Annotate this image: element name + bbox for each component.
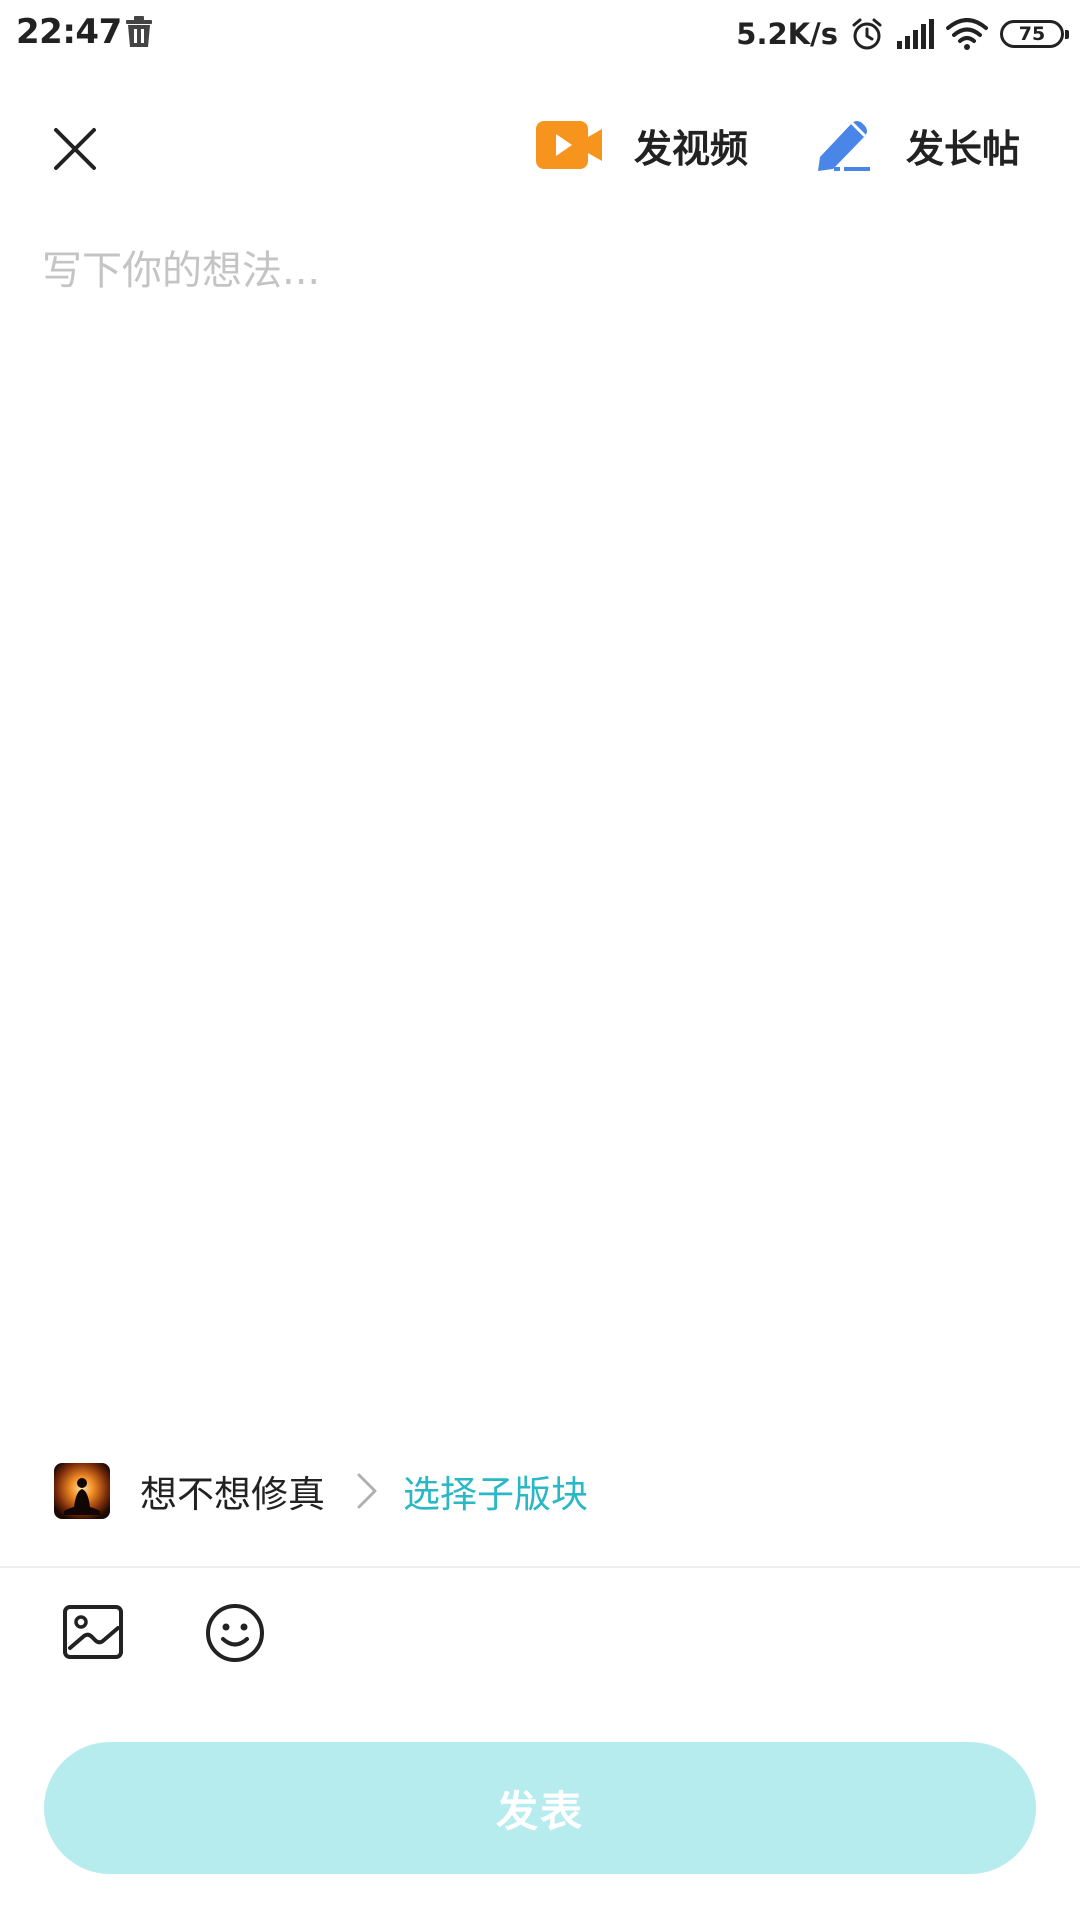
attachment-toolbar — [0, 1600, 1080, 1670]
battery-level: 75 — [1018, 22, 1046, 45]
chevron-right-icon — [357, 1473, 377, 1509]
forum-name: 想不想修真 — [140, 1473, 325, 1516]
post-content-input[interactable] — [30, 230, 1050, 1410]
divider — [0, 1566, 1080, 1568]
status-time: 22:47 — [16, 12, 122, 52]
post-video-button[interactable]: 发视频 — [536, 114, 748, 176]
long-post-button[interactable]: 发长帖 — [812, 114, 1020, 176]
status-bar: 22:47 5.2K/s 75 — [0, 0, 1080, 68]
post-video-label: 发视频 — [634, 126, 749, 171]
trash-icon — [126, 16, 152, 47]
compose-toolbar: 发视频 发长帖 — [0, 100, 1080, 190]
pen-icon — [818, 121, 870, 171]
status-right-group: 5.2K/s 75 — [736, 12, 1069, 56]
forum-selector-row: 想不想修真 选择子版块 — [54, 1462, 588, 1520]
select-subforum-link[interactable]: 选择子版块 — [403, 1464, 588, 1518]
close-icon[interactable] — [46, 120, 104, 178]
publish-button[interactable]: 发表 — [44, 1742, 1036, 1874]
signal-icon — [897, 19, 934, 49]
network-speed: 5.2K/s — [736, 17, 838, 51]
video-camera-icon — [536, 121, 602, 169]
wifi-icon — [946, 18, 988, 50]
emoji-icon[interactable] — [204, 1602, 266, 1664]
image-icon[interactable] — [62, 1604, 124, 1660]
forum-avatar — [54, 1463, 110, 1519]
alarm-icon — [852, 18, 882, 50]
battery-icon: 75 — [1000, 20, 1069, 48]
long-post-label: 发长帖 — [906, 126, 1021, 171]
